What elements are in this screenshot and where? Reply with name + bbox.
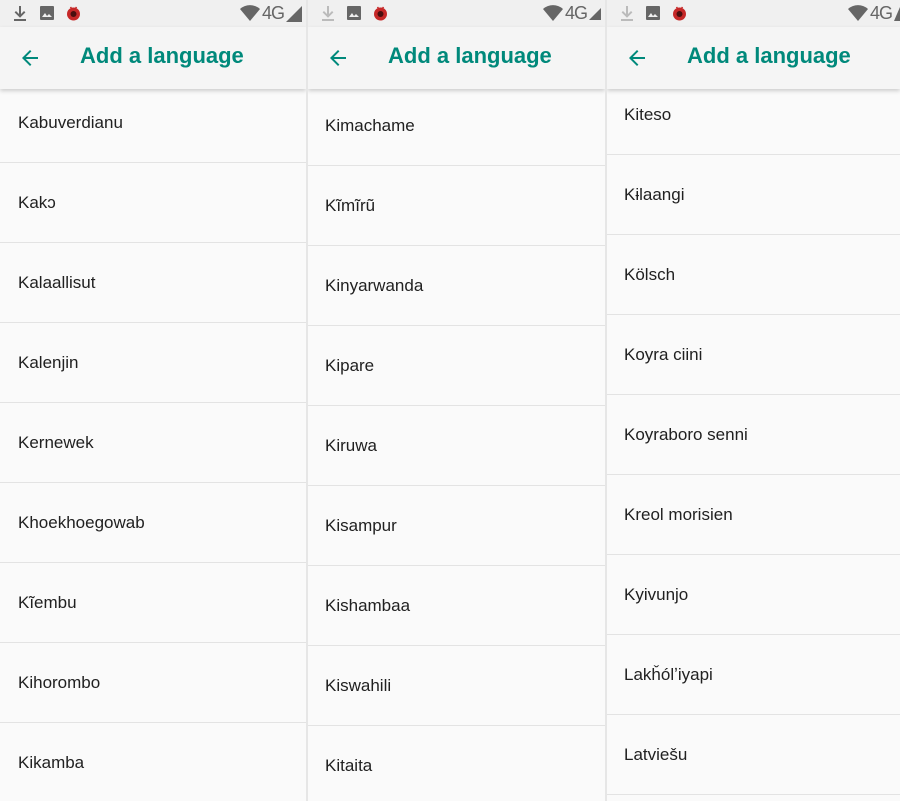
language-item[interactable]: Kɨlaangi [607,155,900,235]
app-bar: Add a language [0,27,306,89]
page-title: Add a language [687,43,851,68]
download-icon [322,6,334,21]
language-item[interactable]: Kiswahili [308,646,605,726]
language-item[interactable]: Kĩembu [0,563,306,643]
page-title: Add a language [388,43,552,68]
status-right: 4G [542,3,601,23]
language-item[interactable]: Khoekhoegowab [0,483,306,563]
language-item[interactable]: Latviešu [607,715,900,795]
signal-icon [894,6,900,21]
language-list: Kimachame Kĩmĩrũ Kinyarwanda Kipare Kiru… [308,86,605,801]
screenshot-panel-1: 4G Add a language Kabuverdianu Kakɔ Kala… [0,0,306,801]
language-item[interactable]: Kisampur [308,486,605,566]
language-list: Kabuverdianu Kakɔ Kalaallisut Kalenjin K… [0,83,306,801]
language-item[interactable]: Kinyarwanda [308,246,605,326]
back-arrow-icon[interactable] [326,46,350,70]
screenshot-panel-2: 4G Add a language Kimachame Kĩmĩrũ Kinya… [308,0,605,801]
language-item[interactable]: Koyra ciini [607,315,900,395]
download-icon [14,6,26,21]
app-notification-icon [673,6,686,21]
status-right: 4G [847,3,900,23]
image-icon [347,6,361,20]
status-bar: 4G [308,0,605,27]
back-arrow-icon[interactable] [625,46,649,70]
app-bar: Add a language [607,27,900,89]
language-item[interactable]: Kyivunjo [607,555,900,635]
language-item[interactable]: Kihorombo [0,643,306,723]
download-icon [621,6,633,21]
language-item[interactable]: Kölsch [607,235,900,315]
language-item[interactable]: Kimachame [308,86,605,166]
app-bar: Add a language [308,27,605,89]
language-item[interactable]: Kakɔ [0,163,306,243]
language-item[interactable]: Kabuverdianu [0,83,306,163]
language-item[interactable]: Kĩmĩrũ [308,166,605,246]
wifi-icon [239,5,260,21]
language-item[interactable]: Kipare [308,326,605,406]
image-icon [646,6,660,20]
network-type: 4G [564,3,588,23]
status-right: 4G [239,3,302,23]
language-item[interactable]: Kishambaa [308,566,605,646]
wifi-icon [542,5,563,21]
language-item[interactable]: Kiruwa [308,406,605,486]
language-item[interactable]: Koyraboro senni [607,395,900,475]
network-type: 4G [261,3,285,23]
signal-icon [286,5,302,22]
language-item[interactable]: Kalaallisut [0,243,306,323]
image-icon [40,6,54,20]
status-bar: 4G [607,0,900,27]
language-item[interactable]: Kalenjin [0,323,306,403]
language-item[interactable]: Kikamba [0,723,306,801]
screenshot-panel-3: 4G Add a language Kiteso Kɨlaangi Kölsch… [607,0,900,801]
language-list: Kiteso Kɨlaangi Kölsch Koyra ciini Koyra… [607,75,900,795]
app-notification-icon [374,6,387,21]
language-item[interactable]: Kitaita [308,726,605,801]
network-type: 4G [869,3,893,23]
signal-icon [589,7,601,20]
language-item[interactable]: Kreol morisien [607,475,900,555]
language-item[interactable]: Kernewek [0,403,306,483]
app-notification-icon [67,6,80,21]
language-item[interactable]: Lakȟólʼiyapi [607,635,900,715]
page-title: Add a language [80,43,244,68]
wifi-icon [847,5,868,21]
back-arrow-icon[interactable] [18,46,42,70]
status-bar: 4G [0,0,306,27]
